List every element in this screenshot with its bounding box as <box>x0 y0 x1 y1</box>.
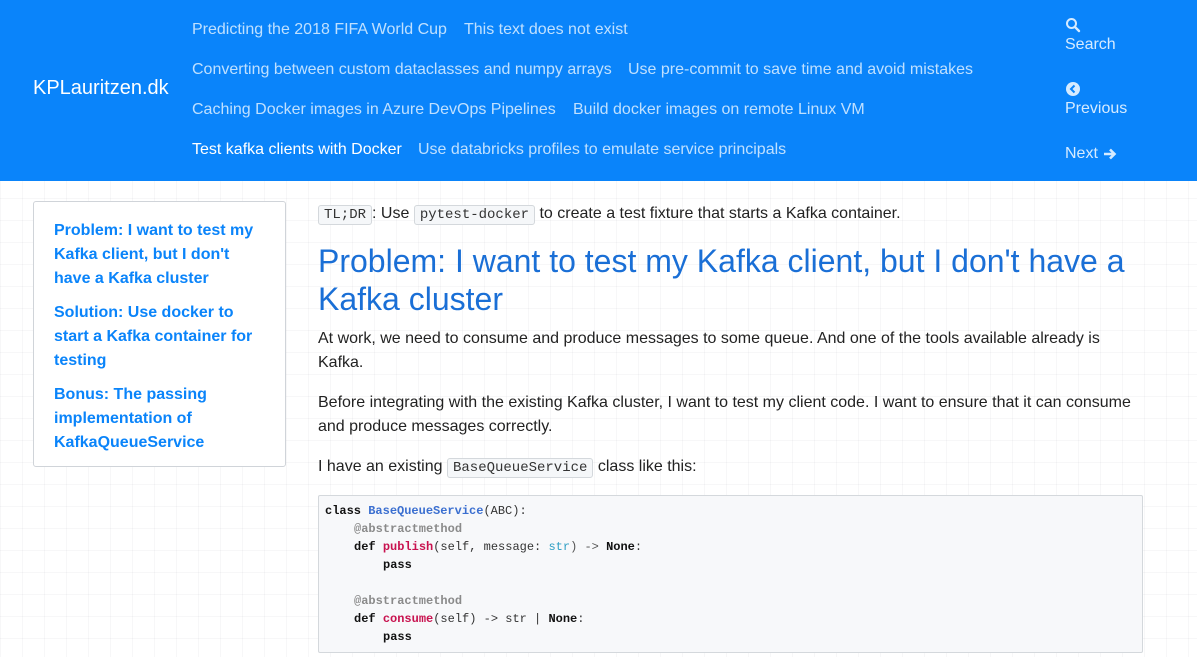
code-function-name: consume <box>382 612 434 626</box>
nav-link-docker-azure[interactable]: Caching Docker images in Azure DevOps Pi… <box>192 101 556 119</box>
code-text: ) -> <box>570 540 607 554</box>
toc-link-solution[interactable]: Solution: Use docker to start a Kafka co… <box>54 301 264 373</box>
code-line-7: def consume(self) -> str | None: <box>354 610 584 628</box>
paragraph-3-post: class like this: <box>597 458 697 475</box>
code-line-1: class BaseQueueService(ABC): <box>325 502 527 520</box>
code-decorator: @abstractmethod <box>354 594 463 608</box>
code-keyword: pass <box>383 630 412 644</box>
table-of-contents: Problem: I want to test my Kafka client,… <box>33 201 286 467</box>
paragraph-3: I have an existing BaseQueueService clas… <box>318 455 1143 480</box>
code-text: : <box>577 612 585 626</box>
toc-link-problem[interactable]: Problem: I want to test my Kafka client,… <box>54 219 264 291</box>
search-label: Search <box>1065 36 1116 53</box>
arrow-right-icon <box>1103 148 1117 159</box>
article-heading: Problem: I want to test my Kafka client,… <box>318 243 1125 317</box>
code-line-4: pass <box>383 556 412 574</box>
code-text: : <box>634 540 643 554</box>
nav-link-docker-remote-vm[interactable]: Build docker images on remote Linux VM <box>573 101 865 119</box>
tldr-text-1: : Use <box>372 205 410 222</box>
paragraph-2: Before integrating with the existing Kaf… <box>318 394 1131 435</box>
next-post-button[interactable]: Next <box>1065 142 1117 165</box>
toc-link-bonus[interactable]: Bonus: The passing implementation of Kaf… <box>54 383 264 455</box>
nav-link-kafka-active[interactable]: Test kafka clients with Docker <box>192 141 402 159</box>
code-line-8: pass <box>383 628 412 646</box>
code-text: (self, message: <box>433 540 549 554</box>
code-block: class BaseQueueService(ABC): @abstractme… <box>318 495 1143 653</box>
previous-label: Previous <box>1065 100 1128 117</box>
search-button[interactable]: Search <box>1065 17 1116 56</box>
code-keyword: pass <box>383 558 412 572</box>
site-brand-link[interactable]: KPLauritzen.dk <box>33 77 169 100</box>
search-icon <box>1066 18 1081 33</box>
code-function-name: publish <box>382 540 434 554</box>
code-keyword: def <box>354 612 376 626</box>
paragraph-3-pre: I have an existing <box>318 458 443 475</box>
code-line-6: @abstractmethod <box>354 592 462 610</box>
code-class-name: BaseQueueService <box>368 504 484 518</box>
code-keyword: def <box>354 540 376 554</box>
code-text: (self) -> str | <box>433 612 549 626</box>
base-queue-service-code: BaseQueueService <box>446 458 594 478</box>
arrow-left-circle-icon <box>1066 82 1080 96</box>
tldr-paragraph: TL;DR: Use pytest-docker to create a tes… <box>318 202 1143 227</box>
code-builtin: str <box>548 540 571 554</box>
tldr-code: TL;DR <box>318 205 373 225</box>
code-text: (ABC): <box>483 504 527 518</box>
code-keyword: class <box>325 504 362 518</box>
top-navbar: KPLauritzen.dk Predicting the 2018 FIFA … <box>0 0 1197 181</box>
code-line-2: @abstractmethod <box>354 520 462 538</box>
previous-post-button[interactable]: Previous <box>1065 81 1127 120</box>
nav-link-fifa[interactable]: Predicting the 2018 FIFA World Cup <box>192 21 447 39</box>
nav-link-databricks[interactable]: Use databricks profiles to emulate servi… <box>418 141 786 159</box>
paragraph-1: At work, we need to consume and produce … <box>318 330 1100 371</box>
nav-link-text-not-exist[interactable]: This text does not exist <box>464 21 628 39</box>
pytest-docker-code: pytest-docker <box>413 205 536 225</box>
nav-link-dataclasses-numpy[interactable]: Converting between custom dataclasses an… <box>192 61 612 79</box>
next-label: Next <box>1065 145 1098 162</box>
nav-link-pre-commit[interactable]: Use pre-commit to save time and avoid mi… <box>628 61 973 79</box>
code-decorator: @abstractmethod <box>354 522 463 536</box>
code-keyword: None <box>548 612 578 626</box>
code-keyword: None <box>606 540 635 554</box>
tldr-text-2: to create a test fixture that starts a K… <box>539 205 901 222</box>
code-line-3: def publish(self, message: str) -> None: <box>354 538 642 556</box>
